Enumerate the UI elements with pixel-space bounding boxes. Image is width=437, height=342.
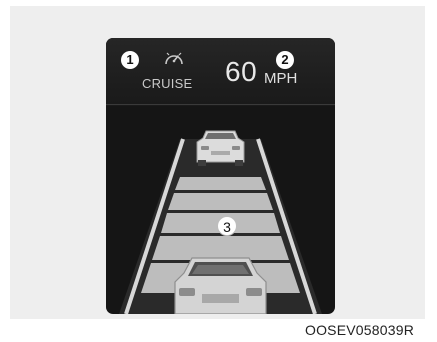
distance-bar-4 [152, 236, 289, 260]
distance-bar-1 [175, 177, 266, 190]
figure: 1 CRUISE 2 60 MPH 3 OOSEV058039R [0, 0, 437, 342]
following-distance-graphic [119, 130, 322, 314]
image-reference-code: OOSEV058039R [305, 322, 415, 338]
callout-marker-3: 3 [217, 216, 237, 236]
own-vehicle-icon [174, 257, 267, 314]
lead-vehicle-icon [196, 130, 245, 166]
instrument-cluster-display: 1 CRUISE 2 60 MPH [106, 38, 335, 314]
distance-bar-2 [168, 193, 273, 210]
